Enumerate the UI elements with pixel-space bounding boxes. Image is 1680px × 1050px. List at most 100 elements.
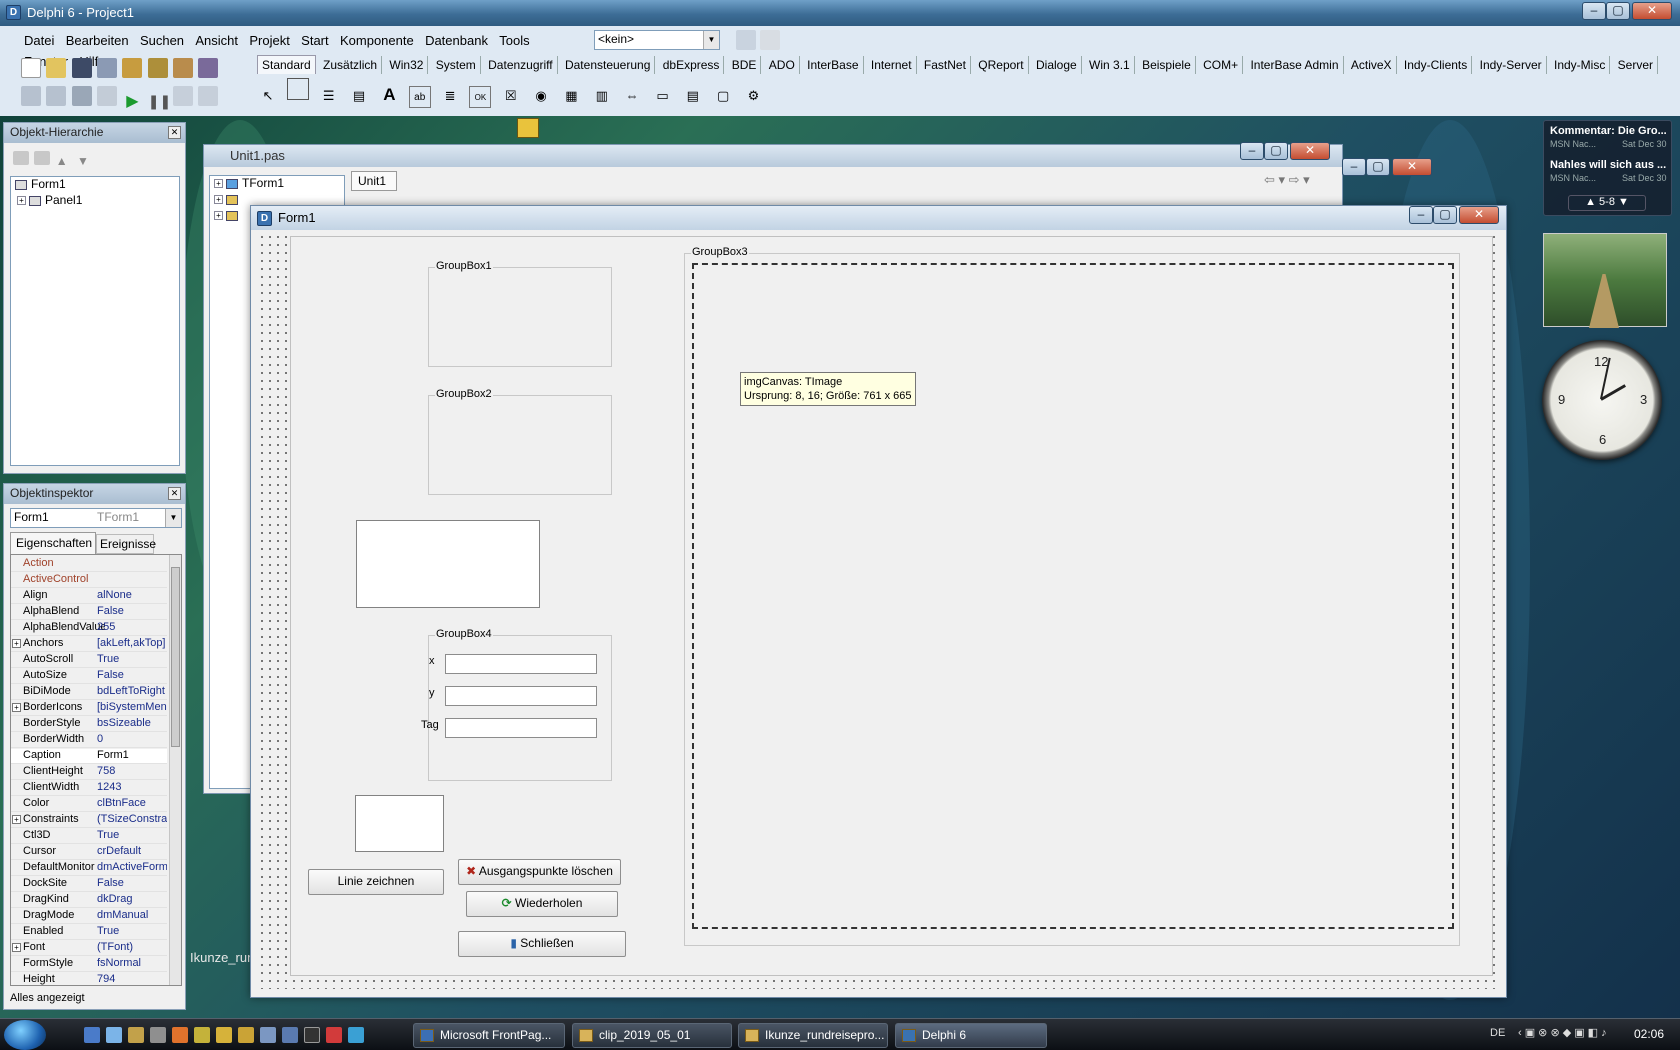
property-value[interactable]: (TFont) <box>97 941 167 953</box>
panel-icon[interactable]: ▢ <box>712 85 734 107</box>
arrow-up-icon[interactable]: ▲ <box>1585 196 1596 208</box>
property-value[interactable]: 1243 <box>97 781 167 793</box>
step-over-icon[interactable] <box>198 86 219 106</box>
expand-icon[interactable]: + <box>214 179 223 189</box>
radiobutton-icon[interactable]: ◉ <box>530 85 552 107</box>
property-row[interactable]: FormStyle fsNormal <box>11 957 167 972</box>
arrow-down-icon[interactable]: ▼ <box>77 154 93 174</box>
menu-bearbeiten[interactable]: Bearbeiten <box>62 30 133 51</box>
cut-icon[interactable] <box>13 151 29 165</box>
palette-tab[interactable]: System <box>432 56 481 74</box>
property-value[interactable]: 758 <box>97 765 167 777</box>
palette-tab[interactable]: dbExpress <box>659 56 725 74</box>
property-row[interactable]: Height 794 <box>11 973 167 985</box>
quicklaunch-icon[interactable] <box>238 1027 254 1043</box>
palette-tab[interactable]: QReport <box>974 56 1029 74</box>
clear-points-button[interactable]: ✖ Ausgangspunkte löschen <box>458 859 621 885</box>
add-to-project-icon[interactable] <box>147 58 168 78</box>
property-row[interactable]: ClientWidth 1243 <box>11 781 167 796</box>
palette-tab[interactable]: Zusätzlich <box>319 56 383 74</box>
tab-eigenschaften[interactable]: Eigenschaften <box>10 532 96 554</box>
minimize-button[interactable]: – <box>1409 206 1433 224</box>
frames-icon[interactable] <box>287 78 310 100</box>
run-icon[interactable]: ▶ <box>122 92 142 112</box>
property-value[interactable]: [akLeft,akTop] <box>97 637 167 649</box>
news-item-title[interactable]: Kommentar: Die Gro... <box>1550 125 1667 137</box>
close-button[interactable]: ✕ <box>1459 206 1499 224</box>
arrow-up-icon[interactable]: ▲ <box>56 154 72 174</box>
palette-tab[interactable]: InterBase <box>803 56 864 74</box>
small-white-panel[interactable] <box>355 795 444 852</box>
expand-icon[interactable]: + <box>12 943 21 952</box>
groupbox2[interactable]: GroupBox2 <box>428 388 612 495</box>
scrollbar-thumb[interactable] <box>171 567 180 747</box>
quicklaunch-icon[interactable] <box>194 1027 210 1043</box>
close-icon[interactable]: ✕ <box>168 126 181 139</box>
object-selector[interactable]: Form1 TForm1 ▼ <box>10 508 182 528</box>
quicklaunch-icon[interactable] <box>326 1027 342 1043</box>
minimize-button[interactable]: – <box>1240 142 1264 160</box>
property-grid[interactable]: Action ActiveControl Align alNone AlphaBlend… <box>10 554 182 986</box>
property-row[interactable]: DragMode dmManual <box>11 909 167 924</box>
save-icon[interactable] <box>71 58 92 78</box>
menu-tools[interactable]: Tools <box>495 30 533 51</box>
menu-komponente[interactable]: Komponente <box>336 30 418 51</box>
property-row[interactable]: Align alNone <box>11 589 167 604</box>
property-row[interactable]: Cursor crDefault <box>11 845 167 860</box>
property-value[interactable]: dkDrag <box>97 893 167 905</box>
pointer-icon[interactable]: ↖ <box>257 85 279 107</box>
menu-suchen[interactable]: Suchen <box>136 30 188 51</box>
arrow-down-icon[interactable]: ▼ <box>1618 196 1629 208</box>
close-button[interactable]: ✕ <box>1392 158 1432 176</box>
label-icon[interactable]: A <box>378 84 400 106</box>
property-row[interactable]: DockSite False <box>11 877 167 892</box>
pause-icon[interactable]: ❚❚ <box>148 91 171 111</box>
close-button[interactable]: ✕ <box>1632 2 1672 20</box>
property-row[interactable]: +Constraints (TSizeConstraints) <box>11 813 167 828</box>
palette-tab[interactable]: Internet <box>867 56 917 74</box>
image-canvas[interactable] <box>692 263 1454 929</box>
task-frontpage[interactable]: Microsoft FrontPag... <box>413 1023 565 1048</box>
property-row[interactable]: + Font (TFont) <box>11 941 167 956</box>
close-button[interactable]: ✕ <box>1290 142 1330 160</box>
close-icon[interactable]: ✕ <box>168 487 181 500</box>
form1-title-bar[interactable]: D Form1 <box>251 206 1506 230</box>
property-value[interactable]: False <box>97 605 167 617</box>
palette-tab[interactable]: Beispiele <box>1138 56 1196 74</box>
checkbox-icon[interactable]: ☒ <box>500 85 522 107</box>
help-contents-icon[interactable] <box>198 58 219 78</box>
expand-icon[interactable]: + <box>214 211 223 221</box>
property-value[interactable]: dmManual <box>97 909 167 921</box>
groupbox3[interactable]: GroupBox3 imgCanvas: TImage Ursprung: 8,… <box>684 246 1460 946</box>
open-project-icon[interactable] <box>122 58 143 78</box>
quicklaunch-icon[interactable] <box>150 1027 166 1043</box>
quicklaunch-icon[interactable] <box>84 1027 100 1043</box>
nav-back-forward-icon[interactable]: ⇦ ▾ ⇨ ▾ <box>1264 172 1310 188</box>
clock-time[interactable]: 02:06 <box>1634 1027 1664 1041</box>
groupbox1[interactable]: GroupBox1 <box>428 260 612 367</box>
scrollbar-icon[interactable]: ⇔ <box>621 85 643 107</box>
palette-tab-standard[interactable]: Standard <box>257 55 316 74</box>
trace-into-icon[interactable] <box>173 86 194 106</box>
expand-icon[interactable]: + <box>214 195 223 205</box>
quicklaunch-icon[interactable] <box>348 1027 364 1043</box>
popupmenu-icon[interactable]: ▤ <box>348 85 370 107</box>
expand-icon[interactable]: + <box>17 196 26 206</box>
property-row[interactable]: ActiveControl <box>11 573 167 588</box>
property-row[interactable]: AutoSize False <box>11 669 167 684</box>
tree-node-tform1[interactable]: + TForm1 <box>210 176 344 192</box>
property-value[interactable]: Form1 <box>97 749 167 761</box>
palette-tab[interactable]: Datensteuerung <box>561 56 656 74</box>
property-row[interactable]: Caption Form1 <box>11 749 167 764</box>
code-editor-title-bar[interactable]: Unit1.pas <box>204 145 1342 167</box>
groupbox-icon[interactable]: ▭ <box>651 85 673 107</box>
palette-tab[interactable]: COM+ <box>1199 56 1244 74</box>
close-form-button[interactable]: ▮ Schließen <box>458 931 626 957</box>
palette-tab[interactable]: FastNet <box>920 56 971 74</box>
property-row[interactable]: Action <box>11 557 167 572</box>
task-delphi[interactable]: Delphi 6 <box>895 1023 1047 1048</box>
property-value[interactable]: fsNormal <box>97 957 167 969</box>
white-panel[interactable] <box>356 520 540 608</box>
palette-tab[interactable]: Server <box>1614 56 1659 74</box>
x-input[interactable] <box>445 654 597 674</box>
